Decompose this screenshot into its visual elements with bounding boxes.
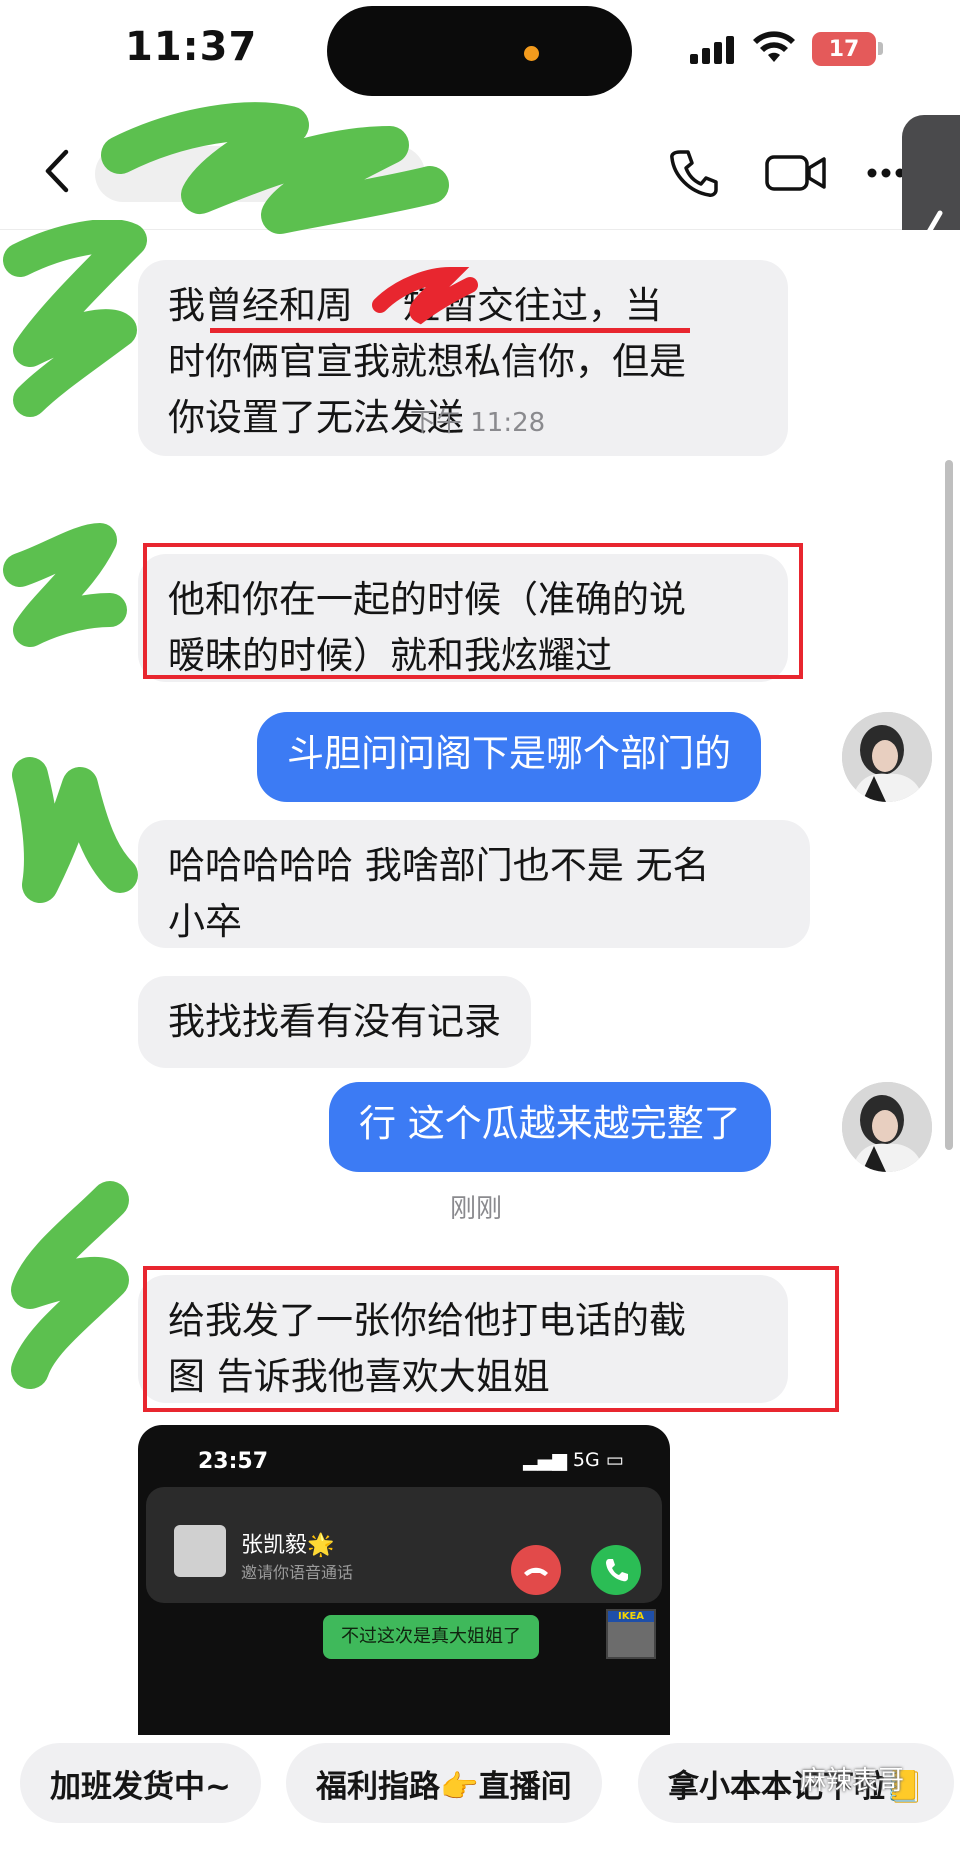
shot-status: ▂▄▆ 5G ▭ — [523, 1449, 624, 1471]
message-text: 我找找看有没有记录 — [168, 1000, 501, 1043]
back-arrow-icon[interactable] — [36, 146, 82, 196]
quick-chip[interactable]: 加班发货中~ — [20, 1743, 261, 1823]
scrollbar-thumb[interactable] — [945, 460, 953, 1150]
battery-icon: 17 — [812, 32, 876, 66]
incoming-call-card: 张凯毅🌟 邀请你语音通话 — [146, 1487, 662, 1603]
shot-thumb-label: IKEA — [608, 1611, 654, 1622]
contact-name-pill[interactable] — [95, 146, 425, 202]
quick-chip[interactable]: 拿小本本记下啦📒 — [638, 1743, 954, 1823]
status-bar: 11:37 17 — [0, 0, 960, 110]
timestamp: 下午 11:28 — [410, 408, 546, 438]
chat-screen: 11:37 17 我曾经和周 短暂交往过，当 时你俩官宣我就想私信你，但是 你设… — [0, 0, 960, 1854]
timestamp: 刚刚 — [450, 1194, 503, 1224]
shot-chat-bubble: 不过这次是真大姐姐了 — [323, 1615, 539, 1659]
red-underline-annotation — [210, 328, 690, 333]
message-list[interactable]: 我曾经和周 短暂交往过，当 时你俩官宣我就想私信你，但是 你设置了无法发送 下午 … — [0, 230, 960, 1845]
status-time: 11:37 — [125, 24, 258, 70]
message-text: 哈哈哈哈哈 我啥部门也不是 无名 — [168, 844, 710, 887]
dynamic-island — [327, 6, 632, 96]
shot-time: 23:57 — [198, 1449, 269, 1474]
video-call-icon[interactable] — [764, 148, 828, 198]
watermark: 麻辣表哥 — [800, 1766, 905, 1796]
message-text: 时你俩官宣我就想私信你，但是 — [168, 340, 686, 383]
cellular-signal-icon — [690, 34, 738, 64]
caller-name: 张凯毅🌟 — [241, 1533, 335, 1558]
message-text: 斗胆问问阁下是哪个部门的 — [287, 732, 731, 775]
decline-call-icon — [511, 1545, 561, 1595]
chat-header — [0, 110, 960, 230]
message-text: 短暂交往过，当 — [403, 284, 662, 327]
message-bubble-incoming[interactable]: 哈哈哈哈哈 我啥部门也不是 无名 小卒 — [138, 820, 810, 948]
message-text: 我曾经和周 — [168, 284, 353, 327]
message-text: 暧昧的时候）就和我炫耀过 — [168, 634, 612, 677]
message-bubble-incoming[interactable]: 我找找看有没有记录 — [138, 976, 531, 1068]
avatar-photo — [842, 1082, 932, 1172]
accept-call-icon — [591, 1545, 641, 1595]
message-text: 行 这个瓜越来越完整了 — [359, 1102, 741, 1145]
my-avatar[interactable] — [842, 712, 932, 802]
caller-avatar — [174, 1525, 226, 1577]
caller-subtitle: 邀请你语音通话 — [241, 1563, 354, 1582]
quick-chip[interactable]: 福利指路👉直播间 — [286, 1743, 602, 1823]
message-text: 给我发了一张你给他打电话的截 — [168, 1299, 686, 1342]
wifi-icon — [753, 31, 795, 62]
message-bubble-incoming[interactable]: 他和你在一起的时候（准确的说 暧昧的时候）就和我炫耀过 — [138, 554, 788, 682]
more-options-icon[interactable] — [866, 166, 906, 180]
scrollbar[interactable] — [945, 230, 953, 1740]
phone-call-icon[interactable] — [666, 146, 720, 200]
my-avatar[interactable] — [842, 1082, 932, 1172]
message-bubble-incoming[interactable]: 给我发了一张你给他打电话的截 图 告诉我他喜欢大姐姐 — [138, 1275, 788, 1403]
avatar-photo — [842, 712, 932, 802]
message-text: 图 告诉我他喜欢大姐姐 — [168, 1355, 550, 1398]
shot-thumbnail: IKEA — [606, 1609, 656, 1659]
message-text: 小卒 — [168, 900, 242, 943]
battery-tip — [878, 42, 883, 55]
battery-level: 17 — [828, 36, 860, 62]
message-bubble-outgoing[interactable]: 斗胆问问阁下是哪个部门的 — [257, 712, 761, 802]
privacy-indicator-icon — [524, 46, 539, 61]
message-text: 他和你在一起的时候（准确的说 — [168, 578, 686, 621]
shot-network: 5G — [572, 1449, 600, 1471]
message-bubble-outgoing[interactable]: 行 这个瓜越来越完整了 — [329, 1082, 771, 1172]
